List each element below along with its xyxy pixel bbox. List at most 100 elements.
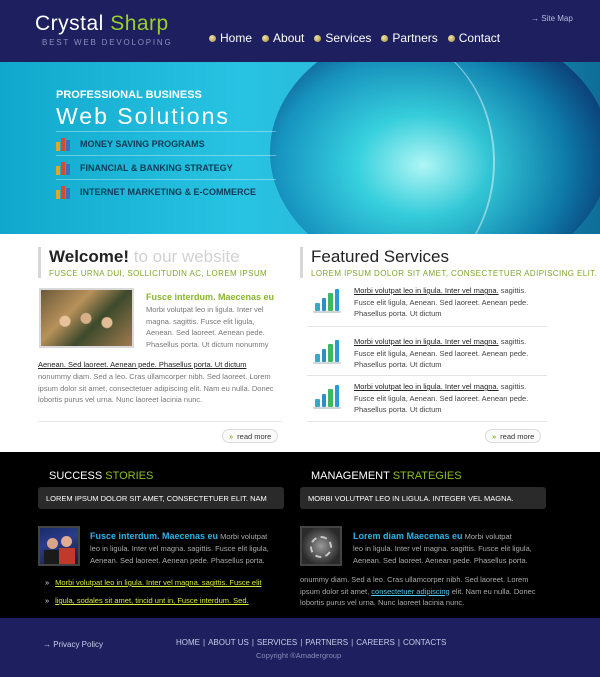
bar-chart-icon — [56, 137, 70, 151]
sitemap-link[interactable]: → Site Map — [531, 14, 573, 23]
banner-list-item[interactable]: INTERNET MARKETING & E-COMMERCE — [56, 179, 276, 203]
service-text: Morbi volutpat leo in ligula. Inter vel … — [354, 285, 544, 320]
double-chevron-icon: » — [45, 578, 50, 587]
bullet-icon — [314, 34, 322, 42]
management-item-text: leo in ligula. Inter vel magna. sagittis… — [353, 544, 532, 565]
success-link-text: ligula, sodales sit amet, tincid unt in,… — [55, 596, 249, 605]
logo-tagline: BEST WEB DEVOLOPING — [42, 38, 173, 47]
service-link[interactable]: Morbi volutpat leo in ligula. Inter vel … — [354, 286, 499, 295]
success-item-inline: Morbi volutpat — [218, 532, 268, 541]
bullet-icon — [447, 34, 455, 42]
double-chevron-icon: » — [492, 431, 497, 441]
divider — [307, 326, 547, 327]
bar-chart-icon — [56, 161, 70, 175]
footer-link-partners[interactable]: PARTNERS — [305, 638, 348, 647]
management-box: MORBI VOLUTPAT LEO IN LIGULA. INTEGER VE… — [300, 487, 546, 509]
management-body-text: onummy diam. Sed a leo. Cras ullamcorper… — [300, 574, 545, 609]
double-chevron-icon: » — [229, 431, 234, 441]
success-link-1[interactable]: » Morbi volutpat leo in ligula. Inter vel… — [45, 578, 262, 587]
arrow-right-icon: → — [531, 14, 542, 23]
bullet-icon — [262, 34, 270, 42]
management-thumbnail — [300, 526, 342, 566]
success-link-2[interactable]: » ligula, sodales sit amet, tincid unt in… — [45, 596, 249, 605]
read-more-button[interactable]: » read more — [485, 429, 542, 443]
footer-nav: HOME | ABOUT US | SERVICES | PARTNERS | CARE… — [176, 638, 446, 647]
copyright: Copyright ®Amadergroup — [256, 651, 342, 660]
welcome-heading-light: to our website — [129, 247, 240, 266]
success-item-title: Fusce interdum. Maecenas eu Morbi volutp… — [90, 531, 267, 541]
success-item-text: leo in ligula. Inter vel magna. sagittis… — [90, 544, 269, 565]
banner-item-label: INTERNET MARKETING & E-COMMERCE — [80, 186, 256, 197]
nav-label: Partners — [392, 31, 438, 45]
management-body-link[interactable]: consectetuer adipiscing — [371, 587, 449, 596]
privacy-policy-link[interactable]: → Privacy Policy — [43, 640, 103, 649]
management-heading-white: MANAGEMENT — [311, 470, 393, 482]
logo-text-1: Crystal — [35, 12, 111, 35]
divider — [307, 375, 547, 376]
banner-list: MONEY SAVING PROGRAMS FINANCIAL & BANKIN… — [56, 131, 276, 203]
footer-link-services[interactable]: SERVICES — [257, 638, 297, 647]
success-heading: SUCCESS STORIES — [49, 470, 153, 482]
bar-chart-icon — [313, 385, 341, 409]
service-item: Morbi volutpat leo in ligula. Inter vel … — [307, 381, 547, 436]
management-item-title: Lorem diam Maecenas eu Morbi volutpat — [353, 531, 512, 541]
nav-item-about[interactable]: About — [262, 31, 304, 45]
divider — [307, 421, 547, 422]
management-item-inline: Morbi volutpat — [462, 532, 512, 541]
separator: | — [203, 638, 206, 647]
banner-title: Web Solutions — [56, 103, 230, 129]
team-photo — [39, 288, 134, 348]
nav-label: Services — [325, 31, 372, 45]
separator: | — [397, 638, 400, 647]
nav-item-home[interactable]: Home — [209, 31, 252, 45]
privacy-label: Privacy Policy — [53, 640, 104, 649]
services-subheading: LOREM IPSUM DOLOR SIT AMET, CONSECTETUER… — [311, 269, 598, 278]
welcome-heading-block: Welcome! to our website FUSCE URNA DUI, … — [38, 247, 267, 278]
read-more-label: read more — [500, 431, 535, 441]
welcome-heading: Welcome! to our website — [49, 247, 267, 267]
bar-chart-icon — [313, 340, 341, 364]
service-link[interactable]: Morbi volutpat leo in ligula. Inter vel … — [354, 382, 499, 391]
service-link[interactable]: Morbi volutpat leo in ligula. Inter vel … — [354, 337, 499, 346]
footer-link-home[interactable]: HOME — [176, 638, 200, 647]
footer-link-about[interactable]: ABOUT US — [208, 638, 249, 647]
service-text: Morbi volutpat leo in ligula. Inter vel … — [354, 336, 544, 371]
divider — [38, 421, 282, 422]
double-chevron-icon: » — [45, 596, 50, 605]
welcome-subheading: FUSCE URNA DUI, SOLLICITUDIN AC, LOREM I… — [49, 269, 268, 278]
nav-item-partners[interactable]: Partners — [381, 31, 438, 45]
main-nav: Home About Services Partners Contact — [209, 31, 500, 45]
footer-link-contacts[interactable]: CONTACTS — [403, 638, 446, 647]
footer-link-careers[interactable]: CAREERS — [356, 638, 395, 647]
welcome-body-text: nonummy diam. Sed a leo. Cras ullamcorpe… — [38, 372, 274, 404]
read-more-button[interactable]: » read more — [222, 429, 279, 443]
read-more-label: read more — [237, 431, 272, 441]
welcome-link[interactable]: Aenean. Sed laoreet. Aenean pede. Phasel… — [38, 360, 246, 369]
banner-item-label: MONEY SAVING PROGRAMS — [80, 138, 205, 149]
bullet-icon — [209, 34, 216, 42]
banner-item-label: FINANCIAL & BANKING STRATEGY — [80, 162, 233, 173]
bullet-icon — [381, 34, 389, 42]
management-heading: MANAGEMENT STRATEGIES — [311, 470, 462, 482]
services-heading-block: Featured Services LOREM IPSUM DOLOR SIT … — [300, 247, 597, 278]
management-item-title-text[interactable]: Lorem diam Maecenas eu — [353, 531, 463, 541]
banner-list-item[interactable]: FINANCIAL & BANKING STRATEGY — [56, 155, 276, 179]
nav-label: About — [273, 31, 305, 45]
banner-list-item[interactable]: MONEY SAVING PROGRAMS — [56, 131, 276, 155]
management-heading-green: STRATEGIES — [392, 470, 462, 482]
welcome-item-title[interactable]: Fusce interdum. Maecenas eu — [146, 292, 274, 302]
nav-item-contact[interactable]: Contact — [447, 31, 500, 45]
service-text: Morbi volutpat leo in ligula. Inter vel … — [354, 381, 544, 416]
logo[interactable]: Crystal Sharp — [35, 12, 169, 36]
success-link-text: Morbi volutpat leo in ligula. Inter vel … — [55, 578, 262, 587]
banner-kicker: PROFESSIONAL BUSINESS — [56, 89, 202, 101]
banner-arc — [275, 62, 495, 234]
success-item-title-text[interactable]: Fusce interdum. Maecenas eu — [90, 531, 218, 541]
logo-text-2: Sharp — [110, 12, 169, 35]
nav-label: Home — [220, 31, 253, 45]
separator: | — [251, 638, 254, 647]
service-item: Morbi volutpat leo in ligula. Inter vel … — [307, 285, 547, 340]
success-heading-white: SUCCESS — [49, 470, 106, 482]
bar-chart-icon — [313, 289, 341, 313]
nav-item-services[interactable]: Services — [314, 31, 371, 45]
